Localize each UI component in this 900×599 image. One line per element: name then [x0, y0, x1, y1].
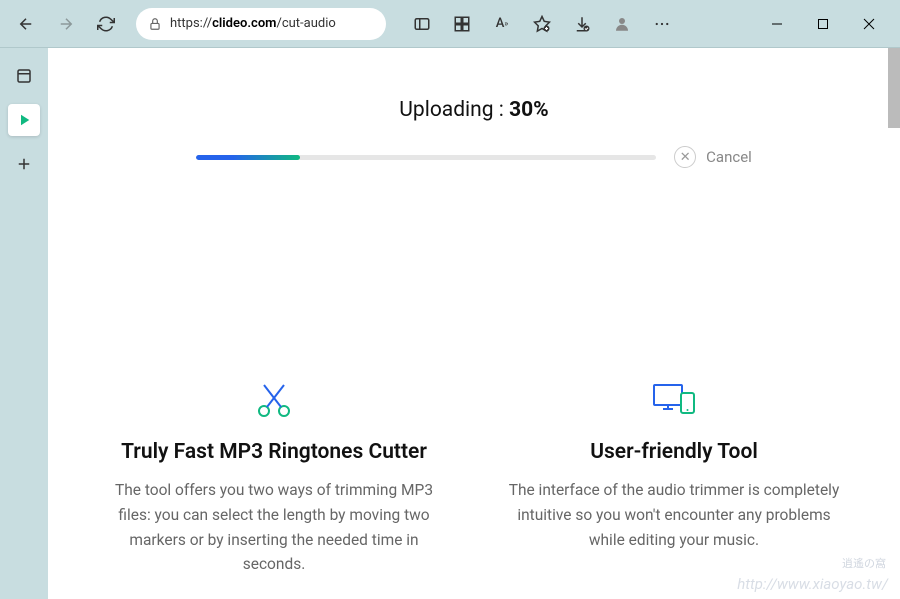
upload-status: Uploading : 30%: [88, 98, 860, 122]
upload-section: Uploading : 30% ✕ Cancel: [48, 48, 900, 188]
lock-icon: [148, 17, 162, 31]
feature-card: Truly Fast MP3 Ringtones Cutter The tool…: [104, 378, 444, 577]
devices-icon: [504, 378, 844, 420]
cancel-button[interactable]: ✕ Cancel: [674, 146, 752, 168]
address-bar[interactable]: https://clideo.com/cut-audio: [136, 8, 386, 40]
progress-bar: [196, 155, 656, 160]
close-icon: ✕: [674, 146, 696, 168]
feature-card: User-friendly Tool The interface of the …: [504, 378, 844, 577]
feature-desc: The interface of the audio trimmer is co…: [504, 478, 844, 552]
favorites-icon[interactable]: [526, 8, 558, 40]
cancel-label: Cancel: [706, 148, 752, 166]
more-icon[interactable]: [646, 8, 678, 40]
minimize-button[interactable]: [754, 0, 800, 48]
window-controls: [754, 8, 892, 40]
refresh-button[interactable]: [88, 6, 124, 42]
feature-desc: The tool offers you two ways of trimming…: [104, 478, 444, 577]
extensions-icon[interactable]: [446, 8, 478, 40]
back-button[interactable]: [8, 6, 44, 42]
clideo-tab[interactable]: [8, 104, 40, 136]
progress-row: ✕ Cancel: [88, 146, 860, 168]
maximize-button[interactable]: [800, 0, 846, 48]
tabs-icon[interactable]: [8, 60, 40, 92]
sidebar-toggle-icon[interactable]: [406, 8, 438, 40]
url-text: https://clideo.com/cut-audio: [170, 16, 336, 31]
toolbar-icons: A»: [406, 8, 678, 40]
close-button[interactable]: [846, 0, 892, 48]
downloads-icon[interactable]: [566, 8, 598, 40]
new-tab-button[interactable]: [8, 148, 40, 180]
scissors-icon: [104, 378, 444, 420]
page-content: Uploading : 30% ✕ Cancel Truly Fast MP: [48, 48, 900, 599]
profile-icon[interactable]: [606, 8, 638, 40]
feature-title: User-friendly Tool: [504, 440, 844, 464]
browser-toolbar: https://clideo.com/cut-audio A»: [0, 0, 900, 48]
read-aloud-icon[interactable]: A»: [486, 8, 518, 40]
feature-title: Truly Fast MP3 Ringtones Cutter: [104, 440, 444, 464]
forward-button[interactable]: [48, 6, 84, 42]
progress-fill: [196, 155, 300, 160]
scrollbar[interactable]: [888, 48, 900, 128]
features-section: Truly Fast MP3 Ringtones Cutter The tool…: [48, 188, 900, 599]
vertical-tab-bar: [0, 48, 48, 599]
